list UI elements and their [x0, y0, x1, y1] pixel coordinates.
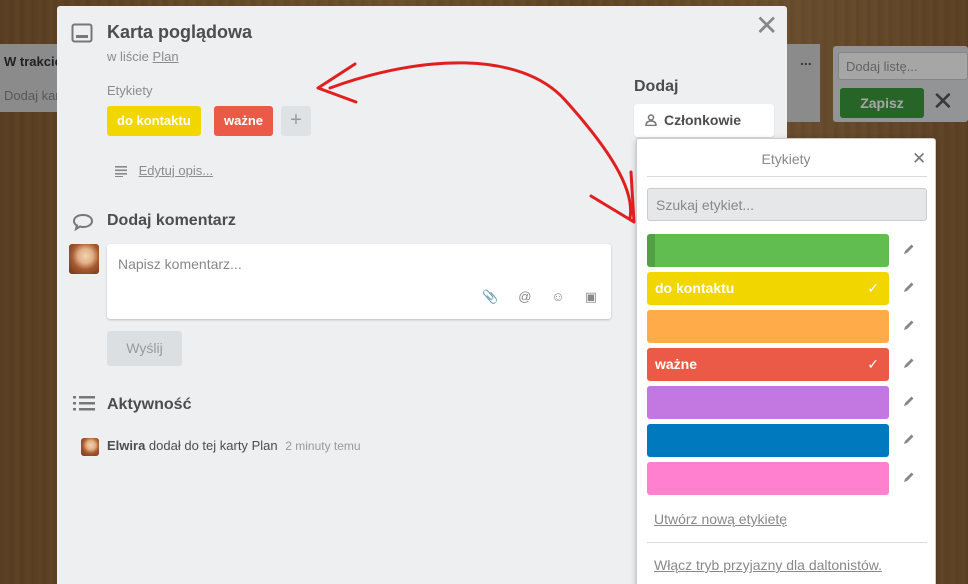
- colorblind-mode-link[interactable]: Włącz tryb przyjazny dla daltonistów.: [654, 557, 882, 573]
- label-option-green[interactable]: [647, 234, 889, 267]
- label-option-yellow[interactable]: do kontaktu ✓: [647, 272, 889, 305]
- edit-description-link[interactable]: Edytuj opis...: [115, 163, 213, 178]
- close-card-icon[interactable]: ✕: [755, 12, 778, 40]
- label-option-text: do kontaktu: [655, 280, 735, 296]
- check-icon: ✓: [867, 356, 879, 372]
- labels-popover: Etykiety ✕ Szukaj etykiet... do kontaktu…: [636, 138, 936, 584]
- activity-target: Plan: [251, 438, 278, 453]
- activity-avatar: [81, 438, 99, 456]
- popover-divider: [647, 542, 927, 543]
- add-label-button[interactable]: +: [281, 106, 311, 136]
- label-search-input[interactable]: Szukaj etykiet...: [647, 188, 927, 221]
- activity-time[interactable]: 2 minuty temu: [285, 439, 360, 453]
- comment-placeholder: Napisz komentarz...: [118, 256, 242, 272]
- emoji-icon[interactable]: ☺: [551, 289, 564, 305]
- comment-toolbar: 📎 @ ☺ ▣: [482, 289, 597, 305]
- labels-popover-close-icon[interactable]: ✕: [912, 149, 926, 169]
- comment-icon: [72, 213, 94, 231]
- popover-divider: [647, 176, 927, 177]
- card-list-info: w liście Plan: [107, 49, 179, 64]
- label-chip-do-kontaktu[interactable]: do kontaktu: [107, 106, 201, 136]
- send-comment-button[interactable]: Wyślij: [107, 331, 182, 366]
- label-chip-wazne[interactable]: ważne: [214, 106, 274, 136]
- mention-icon[interactable]: @: [518, 289, 531, 305]
- in-list-prefix: w liście: [107, 49, 149, 64]
- card-link-icon[interactable]: ▣: [585, 289, 597, 305]
- label-option-pink[interactable]: [647, 462, 889, 495]
- card-title[interactable]: Karta poglądowa: [107, 22, 252, 43]
- check-icon: ✓: [867, 280, 879, 296]
- user-avatar: [69, 244, 99, 274]
- description-icon: [115, 166, 127, 177]
- label-option-blue[interactable]: [647, 424, 889, 457]
- label-option-text: ważne: [655, 356, 698, 372]
- create-label-link[interactable]: Utwórz nową etykietę: [654, 511, 787, 527]
- pencil-icon[interactable]: [903, 433, 915, 445]
- labels-popover-title: Etykiety: [761, 151, 811, 167]
- activity-item: Elwira dodał do tej karty Plan 2 minuty …: [107, 438, 361, 453]
- comment-input[interactable]: Napisz komentarz... 📎 @ ☺ ▣: [107, 244, 611, 319]
- activity-icon: [73, 396, 95, 411]
- pencil-icon[interactable]: [903, 243, 915, 255]
- attachment-icon[interactable]: 📎: [482, 289, 498, 305]
- label-option-orange[interactable]: [647, 310, 889, 343]
- pencil-icon[interactable]: [903, 319, 915, 331]
- pencil-icon[interactable]: [903, 281, 915, 293]
- label-option-purple[interactable]: [647, 386, 889, 419]
- activity-user[interactable]: Elwira: [107, 438, 145, 453]
- person-icon: [645, 114, 657, 126]
- label-option-red[interactable]: ważne ✓: [647, 348, 889, 381]
- members-button[interactable]: Członkowie: [634, 104, 774, 137]
- pencil-icon[interactable]: [903, 395, 915, 407]
- pencil-icon[interactable]: [903, 471, 915, 483]
- selected-edge: [647, 234, 655, 267]
- activity-text: dodał do tej karty: [148, 438, 248, 453]
- activity-section-title: Aktywność: [107, 396, 192, 413]
- labels-header: Etykiety: [107, 83, 153, 98]
- edit-description-label: Edytuj opis...: [138, 163, 214, 178]
- card-icon: [71, 23, 93, 43]
- add-section-header: Dodaj: [634, 78, 679, 95]
- pencil-icon[interactable]: [903, 357, 915, 369]
- members-label: Członkowie: [664, 112, 742, 128]
- comment-section-title: Dodaj komentarz: [107, 212, 236, 229]
- list-link[interactable]: Plan: [153, 49, 179, 64]
